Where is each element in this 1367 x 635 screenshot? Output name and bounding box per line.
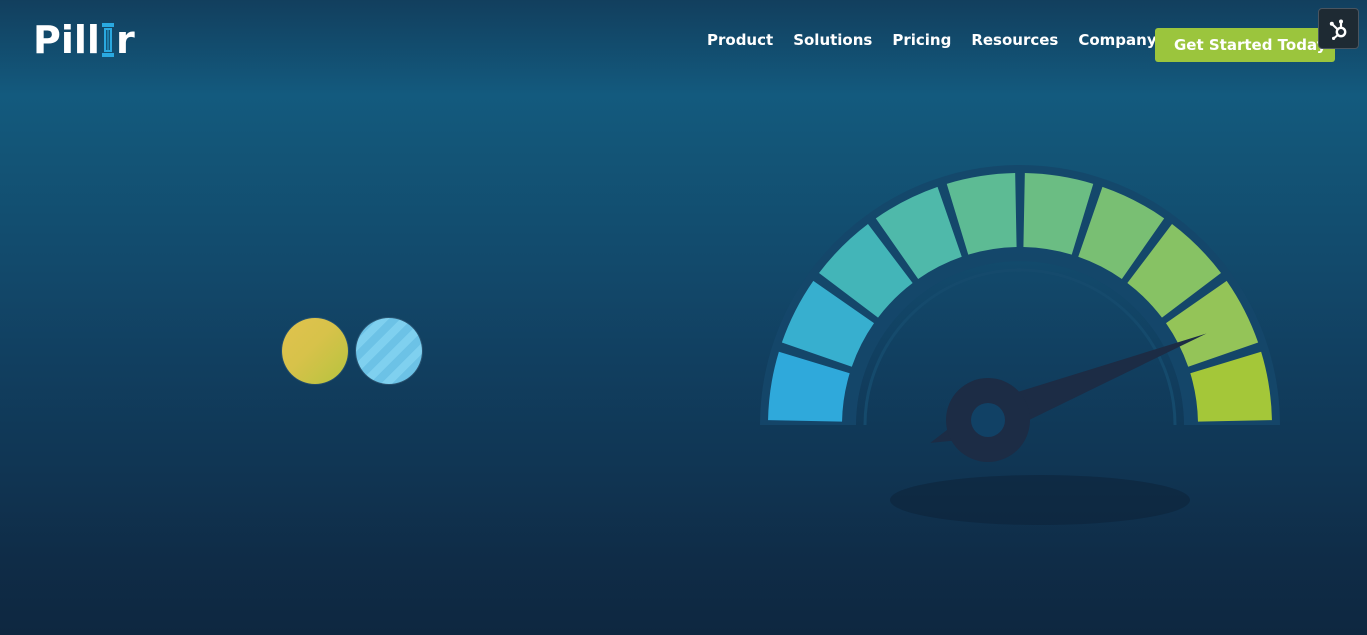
nav-item-solutions[interactable]: Solutions <box>793 30 872 50</box>
brand-logo[interactable]: Pill r <box>33 20 135 60</box>
hubspot-widget-button[interactable] <box>1318 8 1359 49</box>
logo-text-right: r <box>115 18 135 62</box>
nav-item-product[interactable]: Product <box>707 30 773 50</box>
logo-text-left: Pill <box>33 18 100 62</box>
blue-dot <box>356 318 422 384</box>
main-nav: Product Solutions Pricing Resources Comp… <box>707 30 1157 50</box>
get-started-button[interactable]: Get Started Today <box>1155 28 1335 62</box>
speedometer-gauge <box>740 160 1300 564</box>
nav-item-pricing[interactable]: Pricing <box>892 30 951 50</box>
gauge-needle-hub-hole <box>971 403 1005 437</box>
yellow-dot <box>282 318 348 384</box>
hubspot-sprocket-icon <box>1329 19 1346 40</box>
gauge-shadow <box>890 475 1190 525</box>
gauge-needle <box>930 333 1207 462</box>
nav-item-resources[interactable]: Resources <box>971 30 1058 50</box>
logo-pillar-icon <box>101 23 114 57</box>
nav-item-company[interactable]: Company <box>1078 30 1156 50</box>
gauge-graphic <box>760 165 1280 525</box>
